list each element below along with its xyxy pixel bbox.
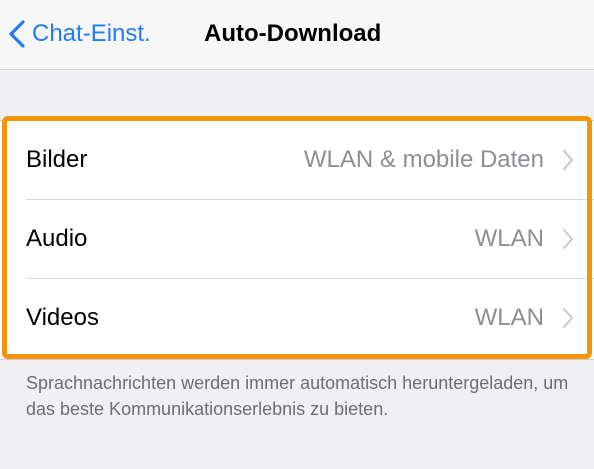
- page-title: Auto-Download: [204, 20, 382, 47]
- chevron-right-icon: [563, 229, 573, 249]
- chevron-right-icon: [563, 150, 573, 170]
- settings-row-videos[interactable]: Videos WLAN: [0, 279, 594, 357]
- settings-row-label: Videos: [26, 304, 99, 331]
- auto-download-screen: Chat-Einst. Auto-Download Bilder WLAN & …: [0, 0, 594, 469]
- chevron-right-icon: [563, 308, 573, 328]
- chevron-left-icon: [9, 20, 25, 48]
- back-button-label: Chat-Einst.: [32, 20, 151, 47]
- settings-row-audio[interactable]: Audio WLAN: [0, 200, 594, 278]
- settings-row-label: Audio: [26, 225, 88, 252]
- navigation-bar: Chat-Einst. Auto-Download: [0, 0, 594, 70]
- auto-download-settings-group: Bilder WLAN & mobile Daten Audio WLAN Vi…: [0, 120, 594, 360]
- settings-row-bilder[interactable]: Bilder WLAN & mobile Daten: [0, 121, 594, 199]
- footer-note: Sprachnachrichten werden immer automatis…: [26, 373, 569, 419]
- settings-row-value: WLAN: [474, 304, 544, 331]
- settings-row-label: Bilder: [26, 146, 88, 173]
- settings-row-value: WLAN: [474, 225, 544, 252]
- back-button[interactable]: Chat-Einst.: [8, 14, 151, 54]
- settings-row-value: WLAN & mobile Daten: [303, 146, 544, 173]
